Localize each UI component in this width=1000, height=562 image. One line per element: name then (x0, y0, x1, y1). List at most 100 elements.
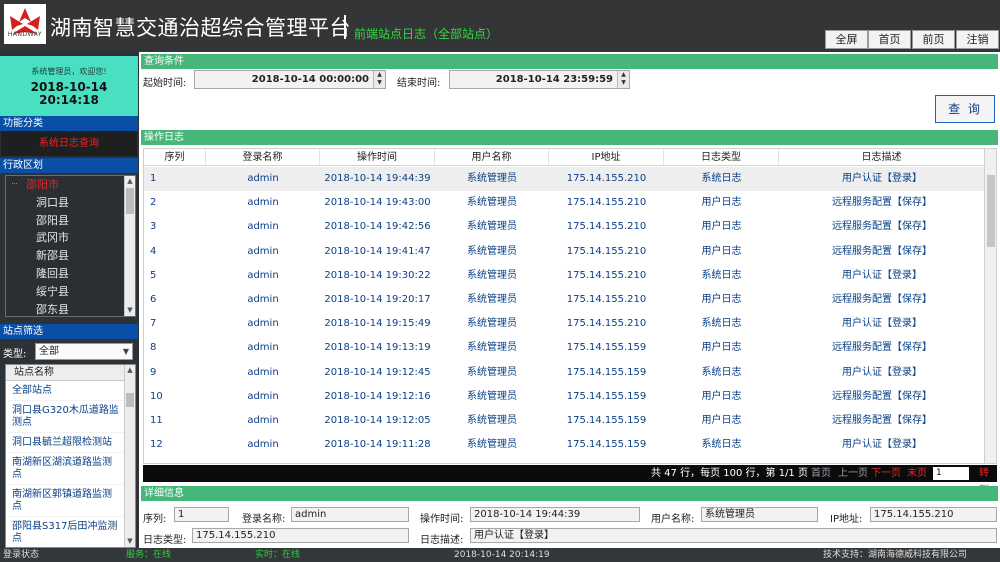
fullscreen-button[interactable]: 全屏 (825, 30, 868, 49)
start-time-input[interactable]: 2018-10-14 00:00:00 ▲ ▼ (194, 70, 386, 89)
column-header[interactable]: 登录名称 (206, 149, 320, 165)
table-cell: 远程服务配置【保存】 (832, 390, 932, 402)
column-header[interactable]: 操作时间 (320, 149, 435, 165)
log-table-scrollbar[interactable] (984, 149, 996, 463)
table-row[interactable]: 12 admin 2018-10-14 19:11:28 系统管理员 175.14.15… (144, 433, 985, 457)
scroll-down-icon[interactable]: ▼ (125, 536, 135, 547)
table-row[interactable]: 7 admin 2018-10-14 19:15:49 系统管理员 175.14.155… (144, 312, 985, 336)
table-row[interactable]: 6 admin 2018-10-14 19:20:17 系统管理员 175.14.155… (144, 288, 985, 312)
table-cell: admin (247, 390, 279, 402)
spin-up-icon[interactable]: ▲ (374, 71, 385, 79)
region-heading: 行政区划 (0, 158, 138, 173)
detail-type-field[interactable]: 175.14.155.210 (192, 528, 409, 543)
spin-up-icon[interactable]: ▲ (618, 71, 629, 79)
table-row[interactable]: 8 admin 2018-10-14 19:13:19 系统管理员 175.14.155… (144, 336, 985, 360)
station-item[interactable]: 南湖新区湖滨道路监测点 (6, 453, 124, 485)
table-cell: 10 (150, 390, 163, 402)
end-time-spinner[interactable]: ▲ ▼ (617, 71, 629, 88)
table-cell: 2018-10-14 19:43:00 (324, 197, 431, 209)
table-row[interactable]: 4 admin 2018-10-14 19:41:47 系统管理员 175.14.155… (144, 240, 985, 264)
station-scrollbar[interactable]: ▲ ▼ (124, 365, 135, 547)
detail-login-label: 登录名称: (242, 514, 286, 525)
page-number-input[interactable]: 1 (933, 467, 969, 480)
type-select[interactable]: 全部 ▼ (35, 343, 133, 360)
station-item[interactable]: 洞口县G320木瓜道路监测点 (6, 401, 124, 433)
scroll-thumb[interactable] (987, 175, 995, 247)
table-cell: admin (247, 197, 279, 209)
column-header[interactable]: 用户名称 (435, 149, 549, 165)
last-page-link[interactable]: 末页 (907, 465, 927, 482)
region-item[interactable]: 洞口县 (6, 194, 135, 212)
table-cell: admin (247, 414, 279, 426)
spin-down-icon[interactable]: ▼ (618, 79, 629, 87)
table-cell: 系统日志 (701, 366, 742, 378)
detail-user-field[interactable]: 系统管理员 (701, 507, 818, 522)
column-header[interactable]: 日志类型 (664, 149, 779, 165)
next-page-link[interactable]: 下一页 (871, 465, 901, 482)
table-cell: admin (247, 221, 279, 233)
table-cell: 用户日志 (701, 414, 742, 426)
table-cell: 175.14.155.159 (566, 439, 647, 451)
region-item[interactable]: 邵东县 (6, 301, 135, 316)
column-header[interactable]: 序列 (144, 149, 206, 165)
table-cell: 用户认证【登录】 (842, 318, 922, 330)
start-time-spinner[interactable]: ▲ ▼ (373, 71, 385, 88)
station-item[interactable]: 洞口县毓兰超限检测站 (6, 433, 124, 453)
detail-desc-label: 日志描述: (420, 535, 464, 546)
table-cell: 系统管理员 (467, 318, 517, 330)
table-cell: 系统管理员 (467, 342, 517, 354)
station-item[interactable]: 邵阳县S317后田冲监测点 (6, 517, 124, 547)
table-cell: 系统日志 (701, 173, 742, 184)
welcome-panel: 系统管理员，欢迎您! 2018-10-14 20:14:18 (0, 56, 138, 116)
region-item[interactable]: 邵阳市 (6, 176, 135, 194)
table-cell: 2018-10-14 19:12:16 (324, 390, 431, 402)
function-item-log-query[interactable]: 系统日志查询 (1, 131, 137, 156)
table-cell: admin (247, 342, 279, 354)
station-item[interactable]: 南湖新区郭镇道路监测点 (6, 485, 124, 517)
logo-text: HANDWAY (7, 31, 43, 38)
region-item[interactable]: 新邵县 (6, 247, 135, 265)
table-row[interactable]: 9 admin 2018-10-14 19:12:45 系统管理员 175.14.155… (144, 361, 985, 385)
detail-seq-label: 序列: (143, 514, 167, 525)
column-header[interactable]: IP地址 (549, 149, 664, 165)
region-scrollbar[interactable]: ▲ ▼ (124, 176, 135, 316)
detail-login-field[interactable]: admin (291, 507, 409, 522)
detail-optime-field[interactable]: 2018-10-14 19:44:39 (470, 507, 640, 522)
scroll-up-icon[interactable]: ▲ (125, 365, 135, 376)
detail-desc-field[interactable]: 用户认证【登录】 (470, 528, 997, 543)
station-item[interactable]: 全部站点 (6, 381, 124, 401)
query-button[interactable]: 查 询 (935, 95, 995, 123)
status-service: 服务：在线 (126, 550, 172, 560)
table-row[interactable]: 3 admin 2018-10-14 19:42:56 系统管理员 175.14.155… (144, 215, 985, 239)
table-row[interactable]: 5 admin 2018-10-14 19:30:22 系统管理员 175.14.155… (144, 264, 985, 288)
station-heading: 站点筛选 (0, 324, 138, 339)
table-row[interactable]: 2 admin 2018-10-14 19:43:00 系统管理员 175.14.155… (144, 191, 985, 215)
scroll-down-icon[interactable]: ▼ (125, 305, 135, 316)
status-datetime: 2018-10-14 20:14:19 (454, 550, 550, 560)
table-cell: 1 (150, 173, 157, 184)
region-item[interactable]: 武冈市 (6, 229, 135, 247)
region-item[interactable]: 隆回县 (6, 265, 135, 283)
first-page-link[interactable]: 首页 (811, 465, 831, 482)
table-row[interactable]: 11 admin 2018-10-14 19:12:05 系统管理员 175.14.15… (144, 409, 985, 433)
region-item[interactable]: 绥宁县 (6, 283, 135, 301)
spin-down-icon[interactable]: ▼ (374, 79, 385, 87)
scroll-thumb[interactable] (126, 188, 134, 214)
detail-ip-field[interactable]: 175.14.155.210 (870, 507, 997, 522)
table-cell: 系统管理员 (467, 390, 517, 402)
table-row[interactable]: 10 admin 2018-10-14 19:12:16 系统管理员 175.14.15… (144, 385, 985, 409)
home-button[interactable]: 首页 (868, 30, 911, 49)
logout-button[interactable]: 注销 (956, 30, 999, 49)
status-login-state: 登录状态 (3, 550, 40, 560)
table-row[interactable]: 1 admin 2018-10-14 19:44:39 系统管理员 175.14.155… (144, 167, 985, 192)
scroll-thumb[interactable] (126, 393, 134, 407)
column-header[interactable]: 日志描述 (779, 149, 985, 165)
previous-page-button[interactable]: 前页 (912, 30, 955, 49)
end-time-input[interactable]: 2018-10-14 23:59:59 ▲ ▼ (449, 70, 630, 89)
scroll-up-icon[interactable]: ▲ (125, 176, 135, 187)
detail-seq-field[interactable]: 1 (174, 507, 229, 522)
detail-optime-label: 操作时间: (420, 514, 464, 525)
prev-page-link[interactable]: 上一页 (838, 465, 868, 482)
region-tree: 邵阳市 洞口县 邵阳县 武冈市 新邵县 隆回县 绥宁县 邵东县 ▲ ▼ (5, 175, 136, 317)
region-item[interactable]: 邵阳县 (6, 212, 135, 230)
